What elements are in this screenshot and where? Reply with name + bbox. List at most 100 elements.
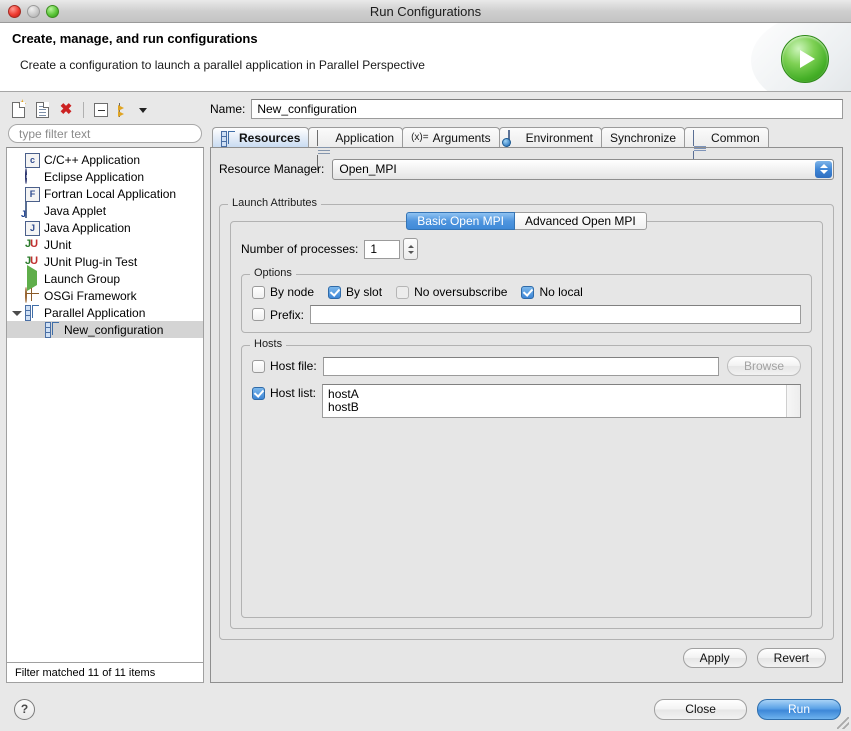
osgi-icon <box>25 287 41 303</box>
tree-item-c-cpp-application[interactable]: c C/C++ Application <box>7 151 203 168</box>
tab-environment[interactable]: Environment <box>498 127 602 147</box>
page-subtitle: Create a configuration to launch a paral… <box>20 58 425 72</box>
filter-status-text: Filter matched 11 of 11 items <box>6 663 204 683</box>
run-play-icon <box>781 35 829 83</box>
checkbox-box <box>252 386 265 400</box>
checkbox-by-node[interactable]: By node <box>252 285 314 299</box>
tree-item-label: New_configuration <box>64 322 164 337</box>
tab-advanced-open-mpi[interactable]: Advanced Open MPI <box>514 212 647 230</box>
checkbox-label: No local <box>539 285 583 299</box>
window-titlebar: Run Configurations <box>0 0 851 23</box>
prefix-row: Prefix: <box>252 305 801 324</box>
environment-icon <box>507 130 522 146</box>
help-question-icon[interactable]: ? <box>14 698 35 720</box>
host-list-value: hostA hostB <box>328 387 359 414</box>
chevron-down-icon[interactable] <box>139 107 147 113</box>
close-dialog-button[interactable]: Close <box>654 698 747 720</box>
tab-basic-open-mpi[interactable]: Basic Open MPI <box>406 212 515 230</box>
checkbox-no-local[interactable]: No local <box>521 285 583 299</box>
stepper-up-icon[interactable] <box>407 244 414 248</box>
number-of-processes-stepper[interactable] <box>403 238 419 260</box>
checkbox-by-slot[interactable]: By slot <box>328 285 382 299</box>
apply-button[interactable]: Apply <box>682 648 747 668</box>
combo-stepper-icon[interactable] <box>815 160 832 178</box>
revert-button[interactable]: Revert <box>756 648 826 668</box>
tab-label: Synchronize <box>610 130 677 145</box>
tree-item-java-applet[interactable]: Java Applet <box>7 202 203 219</box>
checkbox-box <box>396 285 410 299</box>
hosts-label: Hosts <box>250 338 287 350</box>
launch-group-icon <box>25 265 41 291</box>
run-configurations-window: Run Configurations Create, manage, and r… <box>0 0 851 731</box>
number-of-processes-label: Number of processes: <box>241 242 359 256</box>
tab-arguments[interactable]: (x)= Arguments <box>402 127 500 147</box>
stepper-down-icon[interactable] <box>407 250 414 254</box>
host-file-row: Host file: Browse <box>252 356 801 376</box>
tree-item-launch-group[interactable]: Launch Group <box>7 265 203 291</box>
f-badge-icon: F <box>25 186 41 202</box>
checkbox-host-file[interactable]: Host file: <box>252 359 317 373</box>
tree-item-java-application[interactable]: J Java Application <box>7 219 203 236</box>
checkbox-box <box>328 285 342 299</box>
configurations-tree[interactable]: c C/C++ Application Eclipse Application … <box>6 147 204 663</box>
browse-button[interactable]: Browse <box>726 356 801 376</box>
resize-grip[interactable] <box>837 717 849 729</box>
tab-bar: Resources Application (x)= Arguments Env… <box>210 126 843 171</box>
tree-item-fortran-local-application[interactable]: F Fortran Local Application <box>7 185 203 202</box>
red-x-icon: ✖ <box>59 101 73 118</box>
collapse-all-button[interactable] <box>91 100 111 120</box>
run-button[interactable]: Run <box>756 698 841 720</box>
variable-xeq-icon: (x)= <box>411 132 429 143</box>
new-configuration-button[interactable]: ✦ <box>8 100 28 120</box>
checkbox-prefix[interactable]: Prefix: <box>252 308 304 322</box>
tree-expand-twisty[interactable] <box>12 311 22 316</box>
number-of-processes-input[interactable]: 1 <box>364 239 401 259</box>
host-file-input[interactable] <box>322 356 719 376</box>
junit-icon: JU <box>25 238 38 250</box>
tree-item-label: OSGi Framework <box>44 288 137 303</box>
tree-item-new-configuration[interactable]: New_configuration <box>7 321 203 338</box>
tab-synchronize[interactable]: Synchronize <box>601 127 686 147</box>
tree-item-label: Parallel Application <box>44 305 146 320</box>
name-row: Name: New_configuration <box>210 98 843 120</box>
tree-item-parallel-application[interactable]: Parallel Application <box>7 304 203 321</box>
resource-manager-select[interactable]: Open_MPI <box>332 158 834 180</box>
tab-resources[interactable]: Resources <box>212 127 310 147</box>
number-of-processes-value: 1 <box>370 242 378 256</box>
filter-menu-button[interactable] <box>115 100 135 120</box>
checkbox-no-oversubscribe[interactable]: No oversubscribe <box>396 285 507 299</box>
tab-label: Resources <box>239 130 301 145</box>
resource-manager-label: Resource Manager: <box>219 162 325 176</box>
apply-revert-row: Apply Revert <box>219 640 834 674</box>
header-artwork <box>741 23 851 91</box>
mpi-tab-bar: Basic Open MPI Advanced Open MPI <box>241 212 812 230</box>
host-list-textarea[interactable]: hostA hostB <box>322 384 801 418</box>
collapse-all-icon <box>94 103 108 117</box>
host-list-scrollbar[interactable] <box>786 385 800 417</box>
window-body: ✦ ✖ type filter text c C/C++ Application… <box>0 92 851 687</box>
name-input[interactable]: New_configuration <box>251 99 843 119</box>
tree-item-label: Launch Group <box>44 271 121 286</box>
resource-manager-value: Open_MPI <box>339 162 397 176</box>
tree-item-osgi-framework[interactable]: OSGi Framework <box>7 287 203 304</box>
tree-item-eclipse-application[interactable]: Eclipse Application <box>7 168 203 185</box>
filter-arrows-icon <box>118 103 132 117</box>
tab-common[interactable]: Common <box>684 127 769 167</box>
checkbox-host-list[interactable]: Host list: <box>252 386 316 400</box>
duplicate-configuration-button[interactable] <box>32 100 52 120</box>
options-label: Options <box>250 267 296 279</box>
name-label: Name: <box>210 102 246 116</box>
play-triangle-icon <box>800 50 815 68</box>
checkbox-label: No oversubscribe <box>414 285 508 299</box>
filter-input[interactable]: type filter text <box>8 124 202 143</box>
prefix-input[interactable] <box>310 305 801 324</box>
tab-application[interactable]: Application <box>308 127 404 171</box>
host-file-label: Host file: <box>270 359 317 373</box>
checkbox-label: By slot <box>346 285 383 299</box>
tree-item-label: C/C++ Application <box>44 152 141 167</box>
number-of-processes-row: Number of processes: 1 <box>241 238 812 260</box>
copy-document-icon <box>35 102 49 118</box>
delete-configuration-button[interactable]: ✖ <box>56 100 76 120</box>
footer-buttons: Close Run <box>654 698 841 720</box>
tree-item-junit[interactable]: JU JUnit <box>7 236 203 253</box>
